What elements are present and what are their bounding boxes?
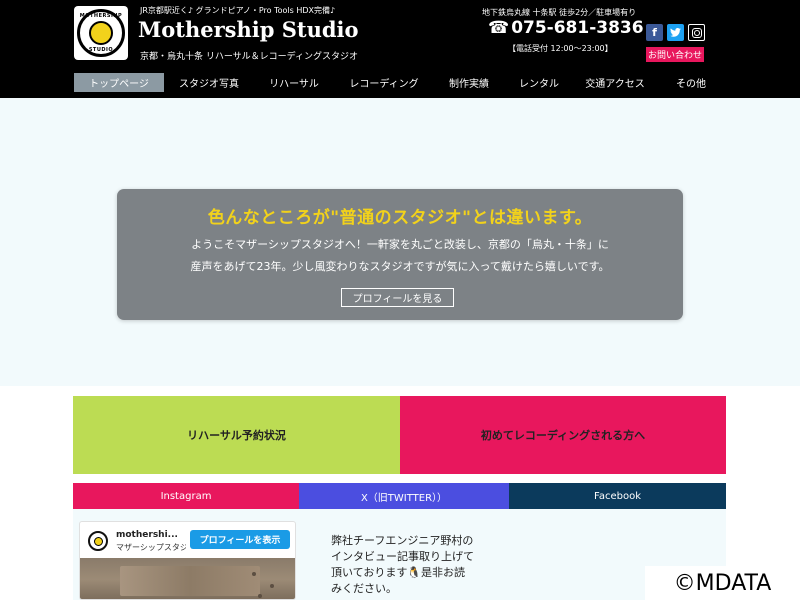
instagram-camera-icon bbox=[691, 27, 702, 38]
rivet bbox=[258, 594, 262, 598]
interview-line2: インタビュー記事取り上げて bbox=[331, 550, 474, 563]
instagram-post-image[interactable] bbox=[80, 558, 295, 599]
first-recording-banner[interactable]: 初めてレコーディングされる方へ bbox=[400, 396, 726, 474]
interview-line3: 頂いております🐧是非お読 bbox=[331, 566, 466, 579]
instagram-embed: mothershi... マザーシップスタジ プロフィールを表示 bbox=[79, 521, 296, 600]
nav-item-rental[interactable]: レンタル bbox=[504, 73, 574, 92]
site-header: MOTHERSHIP STUDIO JR京都駅近く♪ グランドピアノ・Pro T… bbox=[0, 0, 800, 98]
interview-line4: みください。 bbox=[331, 582, 397, 595]
nav-item-works[interactable]: 制作実績 bbox=[434, 73, 504, 92]
instagram-icon[interactable] bbox=[688, 24, 705, 41]
view-profile-button[interactable]: プロフィールを見る bbox=[341, 288, 454, 307]
hero-section: 色んなところが"普通のスタジオ"とは違います。 ようこそマザーシップスタジオへ！… bbox=[0, 98, 800, 386]
site-title[interactable]: Mothership Studio bbox=[138, 17, 359, 42]
nav-item-rehearsal[interactable]: リハーサル bbox=[254, 73, 334, 92]
interview-notice: 弊社チーフエンジニア野村の インタビュー記事取り上げて 頂いております🐧是非お読… bbox=[331, 533, 481, 597]
interview-line1: 弊社チーフエンジニア野村の bbox=[331, 534, 474, 547]
phone-icon: ☎ bbox=[488, 18, 510, 38]
logo-emblem: MOTHERSHIP STUDIO bbox=[77, 9, 125, 57]
instagram-username[interactable]: mothershi... bbox=[116, 530, 178, 540]
rivet bbox=[270, 584, 274, 588]
facebook-icon[interactable]: f bbox=[646, 24, 663, 41]
tab-facebook[interactable]: Facebook bbox=[509, 483, 726, 509]
twitter-bird-icon bbox=[670, 28, 681, 37]
hero-text-line1: ようこそマザーシップスタジオへ！一軒家を丸ごと改装し、京都の「烏丸・十条」に bbox=[191, 238, 609, 251]
hero-card: 色んなところが"普通のスタジオ"とは違います。 ようこそマザーシップスタジオへ！… bbox=[117, 189, 683, 320]
main-nav: トップページ スタジオ写真 リハーサル レコーディング 制作実績 レンタル 交通… bbox=[74, 73, 726, 92]
rehearsal-booking-banner[interactable]: リハーサル予約状況 bbox=[73, 396, 400, 474]
header-subtitle: 京都・烏丸十条 リハーサル＆レコーディングスタジオ bbox=[140, 52, 359, 62]
phone-number-text: 075-681-3836 bbox=[511, 18, 644, 38]
phone-hours: 【電話受付 12:00～23:00】 bbox=[508, 44, 613, 53]
nav-item-studio-photos[interactable]: スタジオ写真 bbox=[164, 73, 254, 92]
nav-item-other[interactable]: その他 bbox=[656, 73, 726, 92]
header-tagline: JR京都駅近く♪ グランドピアノ・Pro Tools HDX完備♪ bbox=[140, 6, 336, 15]
phone-number[interactable]: ☎ 075-681-3836 bbox=[488, 18, 644, 38]
nav-item-access[interactable]: 交通アクセス bbox=[574, 73, 656, 92]
twitter-icon[interactable] bbox=[667, 24, 684, 41]
tab-x[interactable]: X（旧TWITTER）） bbox=[299, 483, 509, 509]
studio-logo[interactable]: MOTHERSHIP STUDIO bbox=[74, 6, 128, 60]
logo-text-bottom: STUDIO bbox=[88, 47, 114, 53]
hero-title: 色んなところが"普通のスタジオ"とは違います。 bbox=[207, 208, 593, 228]
view-instagram-profile-button[interactable]: プロフィールを表示 bbox=[190, 530, 290, 549]
tab-instagram[interactable]: Instagram bbox=[73, 483, 299, 509]
contact-button[interactable]: お問い合わせ bbox=[646, 47, 704, 62]
logo-text-top: MOTHERSHIP bbox=[79, 13, 123, 19]
rivet bbox=[252, 572, 256, 576]
hero-text-line2: 産声をあげて23年。少し風変わりなスタジオですが気に入って戴けたら嬉しいです。 bbox=[190, 260, 610, 273]
copyright-watermark: ©MDATA bbox=[645, 566, 800, 600]
nav-item-top[interactable]: トップページ bbox=[74, 73, 164, 92]
instagram-display-name: マザーシップスタジ bbox=[116, 543, 186, 552]
access-info: 地下鉄烏丸線 十条駅 徒歩2分／駐車場有り bbox=[482, 8, 637, 17]
avatar-mascot-icon bbox=[93, 536, 103, 546]
nav-item-recording[interactable]: レコーディング bbox=[334, 73, 434, 92]
instagram-avatar[interactable] bbox=[88, 531, 108, 551]
logo-mascot-icon bbox=[89, 21, 113, 45]
